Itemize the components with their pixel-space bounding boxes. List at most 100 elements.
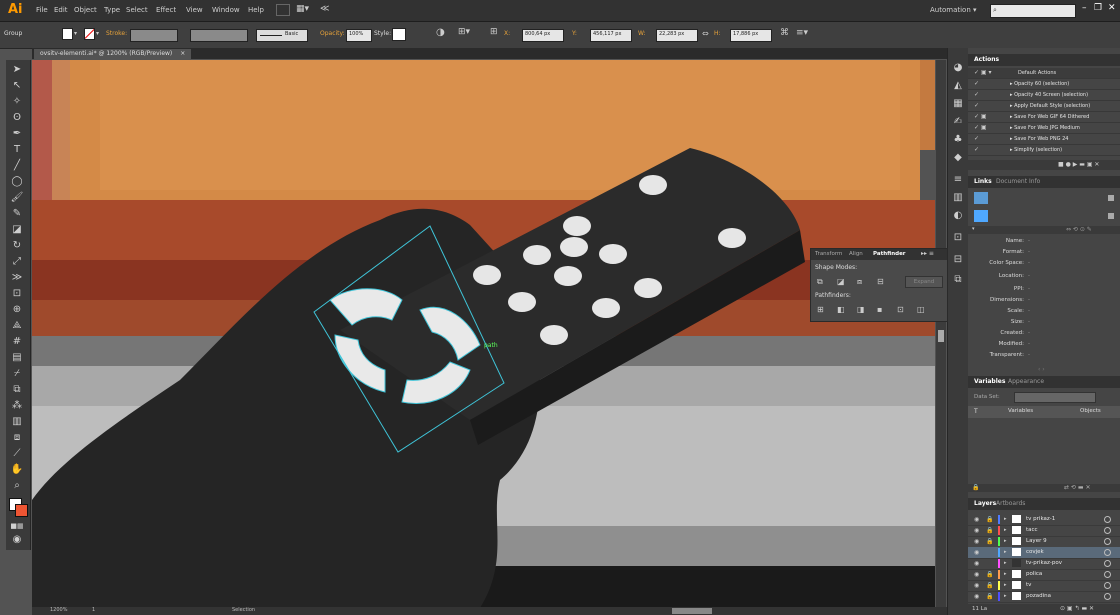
reference-point-icon[interactable]: ⊞ <box>490 27 498 37</box>
arrange-documents-icon[interactable]: ▦▾ <box>296 4 309 14</box>
expand-icon[interactable]: ▸ <box>1004 549 1007 555</box>
stroke-weight-field[interactable] <box>130 29 178 42</box>
lock-icon[interactable]: 🔒 <box>986 571 993 578</box>
menu-type[interactable]: Type <box>104 6 120 14</box>
paintbrush-tool-icon[interactable]: 🖌 <box>10 192 24 204</box>
expand-icon[interactable]: ▸ <box>1004 582 1007 588</box>
visibility-icon[interactable]: ◉ <box>974 593 979 600</box>
brushes-panel-icon[interactable]: ✍ <box>952 116 964 128</box>
graphic-style-swatch[interactable] <box>392 28 406 41</box>
lock-icon[interactable]: 🔒 <box>986 582 993 589</box>
expand-icon[interactable]: ▸ <box>1004 571 1007 577</box>
expand-icon[interactable]: ▸ <box>1004 560 1007 566</box>
info-nav-arrows[interactable]: ‹ › <box>1038 366 1045 373</box>
tab-actions[interactable]: Actions <box>974 56 999 63</box>
shape-builder-tool-icon[interactable]: ⊕ <box>10 304 24 316</box>
menu-object[interactable]: Object <box>74 6 97 14</box>
pathfinder-panel-icon[interactable]: ⧉ <box>952 274 964 286</box>
menu-effect[interactable]: Effect <box>156 6 176 14</box>
lock-icon[interactable]: 🔒 <box>986 516 993 523</box>
checkmark-icon[interactable]: ✓ <box>974 80 979 87</box>
checkmark-icon[interactable]: ✓ <box>974 135 979 142</box>
mesh-tool-icon[interactable]: # <box>10 336 24 348</box>
menu-view[interactable]: View <box>186 6 203 14</box>
checkmark-icon[interactable]: ✓ ▣ <box>974 124 987 131</box>
isolate-group-icon[interactable]: ⌘ <box>780 28 789 38</box>
variable-width-profile[interactable] <box>190 29 248 42</box>
line-tool-icon[interactable]: ╱ <box>10 160 24 172</box>
eraser-tool-icon[interactable]: ◪ <box>10 224 24 236</box>
stroke-label[interactable]: Stroke: <box>106 30 127 37</box>
recolor-artwork-icon[interactable]: ◑ <box>436 27 445 38</box>
target-icon[interactable] <box>1104 549 1111 556</box>
checkmark-icon[interactable]: ✓ ▣ ▾ <box>974 69 992 76</box>
pen-tool-icon[interactable]: ✒ <box>10 128 24 140</box>
visibility-icon[interactable]: ◉ <box>974 527 979 534</box>
color-panel-icon[interactable]: ◕ <box>952 62 964 74</box>
y-field[interactable]: 456,117 px <box>590 29 632 42</box>
minus-back-icon[interactable]: ◫ <box>917 305 927 314</box>
outline-icon[interactable]: ⊡ <box>897 305 907 314</box>
align-options-icon[interactable]: ⊞▾ <box>458 27 470 37</box>
selection-tool-icon[interactable]: ➤ <box>10 64 24 76</box>
target-icon[interactable] <box>1104 593 1111 600</box>
lock-icon[interactable]: 🔒 <box>986 527 993 534</box>
transparency-panel-icon[interactable]: ◐ <box>952 210 964 222</box>
tab-layers[interactable]: Layers <box>974 500 996 507</box>
actions-controls-icons[interactable]: ■ ● ▶ ▬ ▣ ✕ <box>1058 161 1099 168</box>
restore-icon[interactable]: ❐ <box>1094 3 1102 13</box>
expand-button[interactable]: Expand <box>905 276 943 288</box>
minus-front-icon[interactable]: ◪ <box>837 277 847 286</box>
unite-icon[interactable]: ⧉ <box>817 277 827 286</box>
width-tool-icon[interactable]: ≫ <box>10 272 24 284</box>
symbol-sprayer-tool-icon[interactable]: ⁂ <box>10 400 24 412</box>
action-row[interactable]: ✓ ▸ Save For Web PNG 24 <box>968 134 1120 145</box>
artboard-tool-icon[interactable]: ⧈ <box>10 432 24 444</box>
direct-selection-tool-icon[interactable]: ↖ <box>10 80 24 92</box>
tab-document-info[interactable]: Document Info <box>996 178 1040 185</box>
opacity-field[interactable]: 100% <box>346 29 372 42</box>
document-tab-close-icon[interactable]: × <box>180 50 185 57</box>
visibility-icon[interactable]: ◉ <box>974 582 979 589</box>
symbols-panel-icon[interactable]: ♣ <box>952 134 964 146</box>
artboard-number[interactable]: 1 <box>92 607 95 613</box>
align-panel-icon[interactable]: ⊟ <box>952 254 964 266</box>
document-tab[interactable]: ovsitv-elementi.ai* @ 1200% (RGB/Preview… <box>34 49 192 59</box>
menu-edit[interactable]: Edit <box>54 6 68 14</box>
w-field[interactable]: 22,283 px <box>656 29 698 42</box>
menu-file[interactable]: File <box>36 6 48 14</box>
intersect-icon[interactable]: ⧈ <box>857 277 867 286</box>
crop-icon[interactable]: ▪ <box>877 305 887 314</box>
status-mode[interactable]: Selection <box>232 607 255 613</box>
link-thumbnail[interactable] <box>974 192 988 204</box>
visibility-icon[interactable]: ◉ <box>974 560 979 567</box>
data-set-dropdown[interactable] <box>1014 392 1096 403</box>
gpu-performance-icon[interactable]: ≪ <box>320 4 329 14</box>
zoom-level[interactable]: 1200% <box>50 607 67 613</box>
zoom-tool-icon[interactable]: ⌕ <box>10 480 24 492</box>
minimize-icon[interactable]: – <box>1082 3 1087 13</box>
workspace-switcher[interactable]: Automation ▾ <box>930 6 977 14</box>
checkmark-icon[interactable]: ✓ <box>974 146 979 153</box>
ellipse-tool-icon[interactable]: ◯ <box>10 176 24 188</box>
layer-row[interactable]: ◉ 🔒 ▸ pozadina <box>968 591 1120 603</box>
layers-actions-icons[interactable]: ⊙ ▣ ↰ ▬ ✕ <box>1060 605 1094 612</box>
perspective-grid-tool-icon[interactable]: ⟁ <box>10 320 24 332</box>
color-mode-icons[interactable]: ■▦ <box>10 520 24 532</box>
checkmark-icon[interactable]: ✓ <box>974 102 979 109</box>
link-thumbnail[interactable] <box>974 210 988 222</box>
tab-links[interactable]: Links <box>974 178 992 185</box>
action-row[interactable]: ✓ ▣ ▾ Default Actions <box>968 68 1120 79</box>
stroke-swatch[interactable] <box>84 28 95 40</box>
hand-tool-icon[interactable]: ✋ <box>10 464 24 476</box>
target-icon[interactable] <box>1104 527 1111 534</box>
visibility-icon[interactable]: ◉ <box>974 549 979 556</box>
slice-tool-icon[interactable]: ⟋ <box>10 448 24 460</box>
h-field[interactable]: 17,886 px <box>730 29 772 42</box>
menu-window[interactable]: Window <box>212 6 240 14</box>
horizontal-scroll-thumb[interactable] <box>672 608 712 614</box>
action-row[interactable]: ✓ ▣ ▸ Save For Web JPG Medium <box>968 123 1120 134</box>
pencil-tool-icon[interactable]: ✎ <box>10 208 24 220</box>
links-actions-icons[interactable]: ⇔ ⟲ ⊙ ✎ <box>1066 226 1092 233</box>
visibility-icon[interactable]: ◉ <box>974 538 979 545</box>
